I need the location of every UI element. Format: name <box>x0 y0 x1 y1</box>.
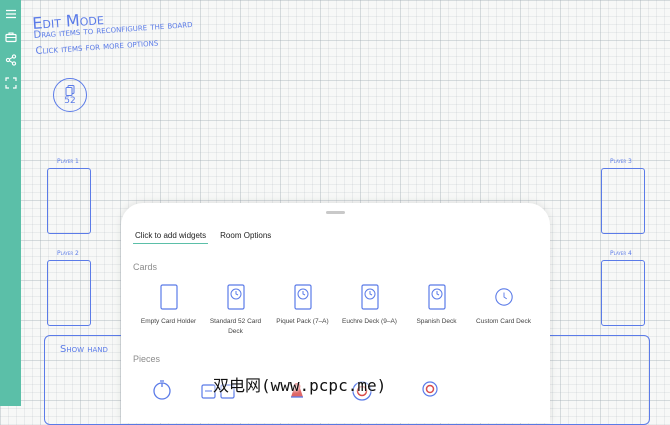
widget-label: Standard 52 Card Deck <box>209 318 262 335</box>
widget-euchre-deck[interactable]: Euchre Deck (9–A) <box>336 283 403 337</box>
player-3-slot[interactable] <box>601 168 645 234</box>
player-4-label: Player 4 <box>610 250 632 257</box>
widget-label: Piquet Pack (7–A) <box>276 318 329 325</box>
briefcase-icon <box>4 32 17 43</box>
player-3-label: Player 3 <box>610 158 632 165</box>
custom-deck-icon <box>494 288 513 306</box>
widget-label: Custom Card Deck <box>476 318 531 325</box>
deck-count: 52 <box>64 95 76 106</box>
widget-standard-52-deck[interactable]: Standard 52 Card Deck <box>202 283 269 337</box>
player-4-slot[interactable] <box>601 260 645 326</box>
panel-drag-handle[interactable] <box>326 211 345 214</box>
widget-label: Euchre Deck (9–A) <box>342 318 397 325</box>
deck-stack[interactable]: 52 <box>53 78 87 112</box>
deck-icon <box>226 284 245 310</box>
pieces-section-title: Pieces <box>133 354 161 364</box>
widget-label: Empty Card Holder <box>140 318 197 325</box>
deck-icon <box>427 284 446 310</box>
menu-button[interactable] <box>3 6 19 22</box>
show-hand-label: Show hand <box>60 344 108 355</box>
share-button[interactable] <box>3 52 19 68</box>
cards-section-title: Cards <box>133 262 158 272</box>
card-widget-list: Empty Card Holder Standard 52 Card Deck … <box>135 283 537 337</box>
widget-label: Spanish Deck <box>416 318 457 325</box>
widget-empty-card-holder[interactable]: Empty Card Holder <box>135 283 202 337</box>
tab-room-options[interactable]: Room Options <box>218 231 273 244</box>
player-1-slot[interactable] <box>47 168 91 234</box>
tab-add-widgets[interactable]: Click to add widgets <box>133 231 209 244</box>
fullscreen-icon <box>4 77 17 89</box>
share-icon <box>5 54 16 66</box>
widget-custom-card-deck[interactable]: Custom Card Deck <box>470 283 537 337</box>
player-2-label: Player 2 <box>57 250 79 257</box>
deck-icon <box>293 284 312 310</box>
timer-piece-icon[interactable] <box>151 379 173 401</box>
widget-spanish-deck[interactable]: Spanish Deck <box>403 283 470 337</box>
player-2-slot[interactable] <box>47 260 91 326</box>
menu-icon <box>5 9 16 19</box>
widget-piquet-pack[interactable]: Piquet Pack (7–A) <box>269 283 336 337</box>
sidebar <box>0 0 21 406</box>
deck-icon <box>360 284 379 310</box>
briefcase-button[interactable] <box>3 29 19 45</box>
cards-icon <box>65 84 75 96</box>
fullscreen-button[interactable] <box>3 75 19 91</box>
empty-card-icon <box>159 284 178 310</box>
watermark: 双电网(www.pcpc.me) <box>213 376 387 395</box>
player-1-label: Player 1 <box>57 158 79 165</box>
instruction-click: Click items for more options <box>35 37 159 57</box>
spinner-piece-icon[interactable] <box>421 380 439 398</box>
panel-tabs: Click to add widgets Room Options <box>133 231 283 244</box>
